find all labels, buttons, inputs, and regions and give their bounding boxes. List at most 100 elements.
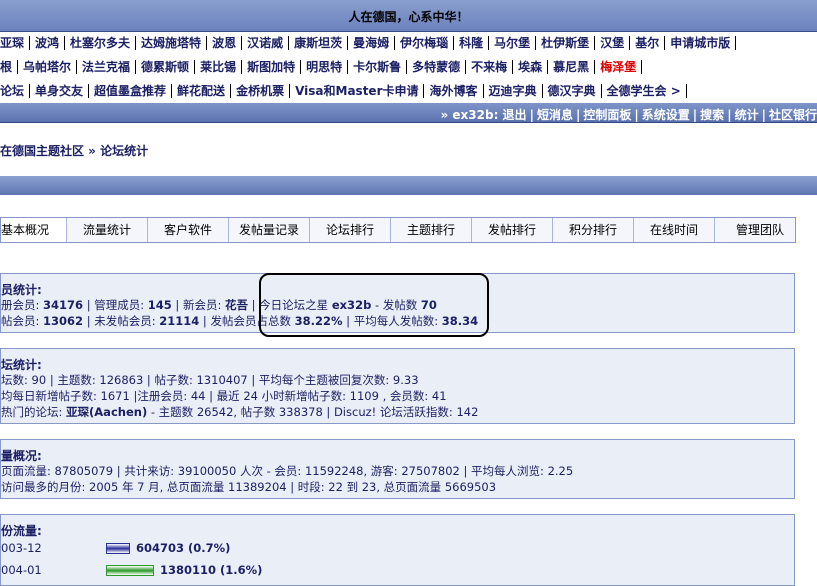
forum-stats-heading: 坛统计:	[1, 358, 42, 372]
user-menu-link[interactable]: 系统设置	[642, 108, 690, 122]
nav-link[interactable]: 基尔	[630, 36, 666, 50]
monthly-traffic-panel: 份流量: 003-12 604703 (0.7%) 004-01 1380110 (1…	[0, 514, 795, 586]
forum-stats-line-2: 均每日新增帖子数: 1671 |注册会员: 44 | 最近 24 小时新增帖子数…	[1, 389, 447, 403]
nav-link[interactable]: 金桥机票	[231, 84, 291, 98]
nav-link[interactable]: 法兰克福	[77, 60, 137, 74]
nav-link[interactable]: 马尔堡	[489, 36, 537, 50]
nav-link[interactable]: 汉诺威	[242, 36, 290, 50]
label-hot-forum: 热门的论坛:	[1, 405, 67, 419]
forum-stats-panel: 坛统计: 坛数: 90 | 主题数: 126863 | 帖子数: 1310407…	[0, 348, 795, 424]
month-label: 004-01	[1, 563, 42, 577]
user-menu-link[interactable]: » ex32b: 退出	[440, 108, 526, 122]
hot-forum-link[interactable]: 亚琛(Aachen)	[66, 405, 147, 419]
nav-link[interactable]: 斯图加特	[242, 60, 302, 74]
nav-link[interactable]: 乌帕塔尔	[18, 60, 78, 74]
month-value: 604703 (0.7%)	[136, 541, 231, 555]
traffic-bar	[106, 565, 154, 576]
tab-8[interactable]: 在线时间	[634, 218, 715, 242]
menu-separator: |	[727, 108, 732, 122]
nav-link[interactable]: 多特蒙德	[407, 60, 467, 74]
nav-link[interactable]: 杜伊斯堡	[536, 36, 596, 50]
traffic-line-1: 页面流量: 87805079 | 共计来访: 39100050 人次 - 会员:…	[1, 464, 574, 478]
city-nav-row-2: 根乌帕塔尔 法兰克福 德累斯顿 莱比锡 斯图加特 明思特 卡尔斯鲁 多特蒙德 不来梅 埃森 慕尼黑梅…	[0, 56, 817, 78]
forum-stats-line-3: 热门的论坛: 亚琛(Aachen) - 主题数 26542, 帖子数 33837…	[1, 404, 478, 420]
nav-link[interactable]: 单身交友	[30, 84, 90, 98]
tab-6[interactable]: 发帖排行	[472, 218, 553, 242]
section-header-bar	[0, 176, 817, 195]
admins-value: 145	[147, 298, 172, 312]
nav-link[interactable]: 亚琛	[0, 36, 31, 50]
traffic-line-2: 访问最多的月份: 2005 年 7 月, 总页面流量 11389204 | 时段…	[1, 480, 497, 494]
menu-separator: |	[692, 108, 698, 122]
user-menu-links: » ex32b: 退出 | 短消息 | 控制面板 | 系统设置 | 搜索 | 统计 | 社区银行	[440, 106, 817, 123]
user-menu-link[interactable]: 控制面板	[583, 108, 631, 122]
monthly-row: 004-01 1380110 (1.6%)	[1, 563, 262, 577]
nav-link[interactable]: 曼海姆	[348, 36, 396, 50]
label-posting: 帖会员:	[1, 314, 44, 328]
nav-link[interactable]: 鲜花配送	[172, 84, 232, 98]
nav-link[interactable]: 海外博客	[424, 84, 484, 98]
nav-link[interactable]: 慕尼黑	[548, 60, 596, 74]
menu-separator: |	[529, 108, 534, 122]
nav-link[interactable]: 莱比锡	[195, 60, 243, 74]
stats-tabs: 基本概况 流量统计 客户软件 发帖量记录 论坛排行 主题排行 发帖排行 积分排行 在线时间 管理团…	[0, 217, 796, 243]
tab-2[interactable]: 客户软件	[148, 218, 229, 242]
breadcrumb[interactable]: 在德国主题社区 » 论坛统计	[0, 142, 148, 159]
nav-link[interactable]: 不来梅	[466, 60, 514, 74]
traffic-heading: 量概况:	[1, 449, 42, 463]
nav-link[interactable]: 杜塞尔多夫	[65, 36, 137, 50]
new-member-link[interactable]: 花吾	[225, 298, 248, 312]
tab-5[interactable]: 主题排行	[391, 218, 472, 242]
nav-link[interactable]: 根	[0, 60, 19, 74]
tab-4[interactable]: 论坛排行	[310, 218, 391, 242]
menu-separator: |	[575, 108, 581, 122]
menu-separator: |	[761, 108, 766, 122]
nav-link[interactable]: 康斯坦茨	[289, 36, 349, 50]
tab-1[interactable]: 流量统计	[67, 218, 148, 242]
nav-link[interactable]: 论坛	[0, 84, 31, 98]
traffic-overview-panel: 量概况: 页面流量: 87805079 | 共计来访: 39100050 人次 …	[0, 439, 795, 499]
user-menu-link[interactable]: 统计	[735, 108, 759, 122]
nav-link[interactable]: 梅泽堡	[595, 60, 643, 74]
label-new-member: | 新会员:	[171, 298, 225, 312]
user-menu-link[interactable]: 社区银行	[769, 108, 817, 122]
menu-separator: |	[634, 108, 639, 122]
nav-link[interactable]: 埃森	[513, 60, 549, 74]
posting-members-value: 13062	[43, 314, 84, 328]
traffic-bar	[106, 543, 130, 554]
monthly-heading: 份流量:	[1, 524, 42, 538]
site-slogan: 人在德国，心系中华！	[348, 10, 469, 24]
nav-link[interactable]: 波恩	[207, 36, 243, 50]
user-menu-link[interactable]: 搜索	[700, 108, 724, 122]
label-registered: 册会员:	[1, 298, 44, 312]
nav-link[interactable]: 科隆	[454, 36, 490, 50]
nav-link[interactable]: 伊尔梅瑙	[395, 36, 455, 50]
tab-9[interactable]: 管理团队	[715, 218, 805, 242]
label-admins: | 管理成员:	[83, 298, 148, 312]
tab-7[interactable]: 积分排行	[553, 218, 634, 242]
quick-links-row: 论坛 单身交友 超值墨盒推荐 鲜花配送 金桥机票 Visa和Master卡申请 海外博客 迈迪…	[0, 80, 817, 102]
month-value: 1380110 (1.6%)	[160, 563, 263, 577]
nav-link[interactable]: Visa和Master卡申请	[290, 84, 425, 98]
month-label: 003-12	[1, 541, 42, 555]
total-members-value: 34176	[43, 298, 84, 312]
nav-link[interactable]: 达姆施塔特	[136, 36, 208, 50]
user-menu-link[interactable]: 短消息	[537, 108, 573, 122]
nav-link[interactable]: 迈迪字典	[484, 84, 543, 98]
nav-link[interactable]: 明思特	[301, 60, 349, 74]
non-posting-value: 21114	[159, 314, 200, 328]
hot-forum-details: - 主题数 26542, 帖子数 338378 | Discuz! 论坛活跃指数…	[147, 405, 479, 419]
tab-3[interactable]: 发帖量记录	[229, 218, 310, 242]
label-non-posting: | 未发帖会员:	[83, 314, 160, 328]
nav-link[interactable]: 超值墨盒推荐	[89, 84, 173, 98]
tab-0[interactable]: 基本概况	[1, 218, 67, 242]
monthly-row: 003-12 604703 (0.7%)	[1, 541, 230, 555]
nav-link[interactable]: 全德学生会 >	[602, 84, 687, 98]
nav-link[interactable]: 波鸿	[30, 36, 66, 50]
nav-link[interactable]: 汉堡	[595, 36, 631, 50]
nav-link[interactable]: 德汉字典	[543, 84, 602, 98]
nav-link[interactable]: 德累斯顿	[136, 60, 196, 74]
highlight-callout	[259, 273, 489, 337]
nav-link[interactable]: 申请城市版	[665, 36, 737, 50]
nav-link[interactable]: 卡尔斯鲁	[348, 60, 408, 74]
